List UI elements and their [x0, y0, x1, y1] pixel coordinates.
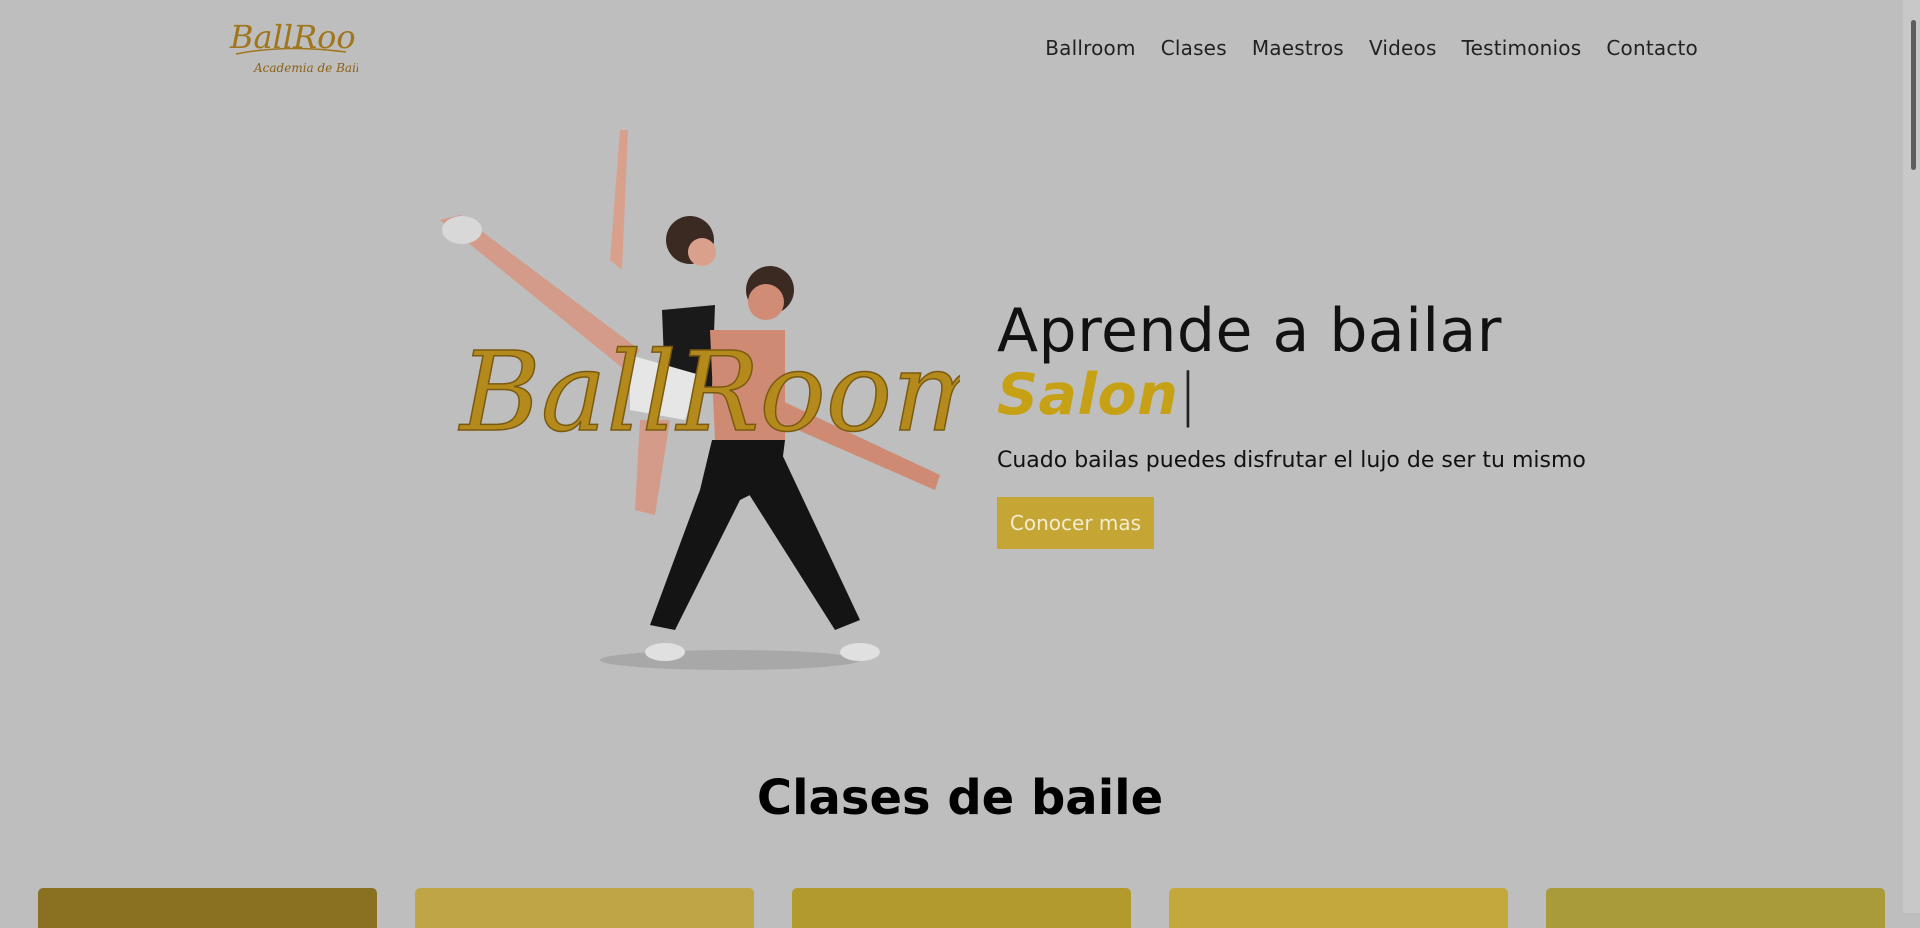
hero-headline: Aprende a bailar	[997, 296, 1502, 366]
class-card[interactable]	[1169, 888, 1508, 928]
section-title: Clases de baile	[756, 770, 1164, 826]
nav-link-videos[interactable]: Videos	[1369, 36, 1437, 60]
hero-typed-line: Salon|	[997, 362, 1586, 428]
class-card[interactable]	[38, 888, 377, 928]
page-scrollbar[interactable]	[1903, 0, 1920, 913]
logo-wordmark: BallRoom	[229, 18, 358, 56]
nav-link-ballroom[interactable]: Ballroom	[1045, 36, 1135, 60]
hero-image-overlay-logo: BallRoom	[458, 328, 960, 456]
class-card[interactable]	[792, 888, 1131, 928]
nav-link-clases[interactable]: Clases	[1161, 36, 1227, 60]
nav-link-testimonios[interactable]: Testimonios	[1462, 36, 1582, 60]
nav-link-contacto[interactable]: Contacto	[1606, 36, 1698, 60]
hero-subtitle: Cuado bailas puedes disfrutar el lujo de…	[997, 448, 1586, 473]
logo-tagline: Academia de Baile	[253, 61, 358, 75]
nav-link-maestros[interactable]: Maestros	[1252, 36, 1344, 60]
class-card[interactable]	[415, 888, 754, 928]
hero-typed-word: Salon	[997, 362, 1179, 428]
hero-content: Aprende a bailar Salon| Cuado bailas pue…	[997, 300, 1586, 549]
class-cards	[38, 888, 1885, 928]
brand-logo[interactable]: BallRoom Academia de Baile	[226, 14, 386, 94]
class-card[interactable]	[1546, 888, 1885, 928]
main-nav: Ballroom Clases Maestros Videos Testimon…	[1020, 36, 1698, 60]
hero-dancers-image: BallRoom	[440, 120, 997, 690]
typing-cursor: |	[1178, 362, 1199, 428]
conocer-mas-button[interactable]: Conocer mas	[997, 497, 1154, 549]
scrollbar-thumb[interactable]	[1911, 20, 1916, 170]
